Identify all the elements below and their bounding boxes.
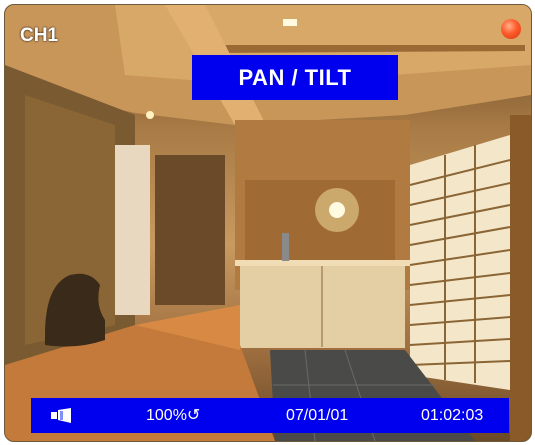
status-bar: 100%↺ 07/01/01 01:02:03 <box>31 398 509 433</box>
date-readout: 07/01/01 <box>286 407 349 424</box>
refresh-icon: ↺ <box>186 407 201 424</box>
zoom-level: 100%↺ <box>146 398 200 433</box>
record-indicator-icon <box>501 19 521 39</box>
camera-icon <box>51 408 71 423</box>
zoom-value: 100% <box>146 407 187 424</box>
channel-label: CH1 <box>20 25 59 46</box>
mode-banner: PAN / TILT <box>192 55 398 100</box>
time-readout: 01:02:03 <box>421 407 484 424</box>
camera-viewport: CH1 PAN / TILT 100%↺ 07/01/01 01:02:03 <box>4 4 532 442</box>
